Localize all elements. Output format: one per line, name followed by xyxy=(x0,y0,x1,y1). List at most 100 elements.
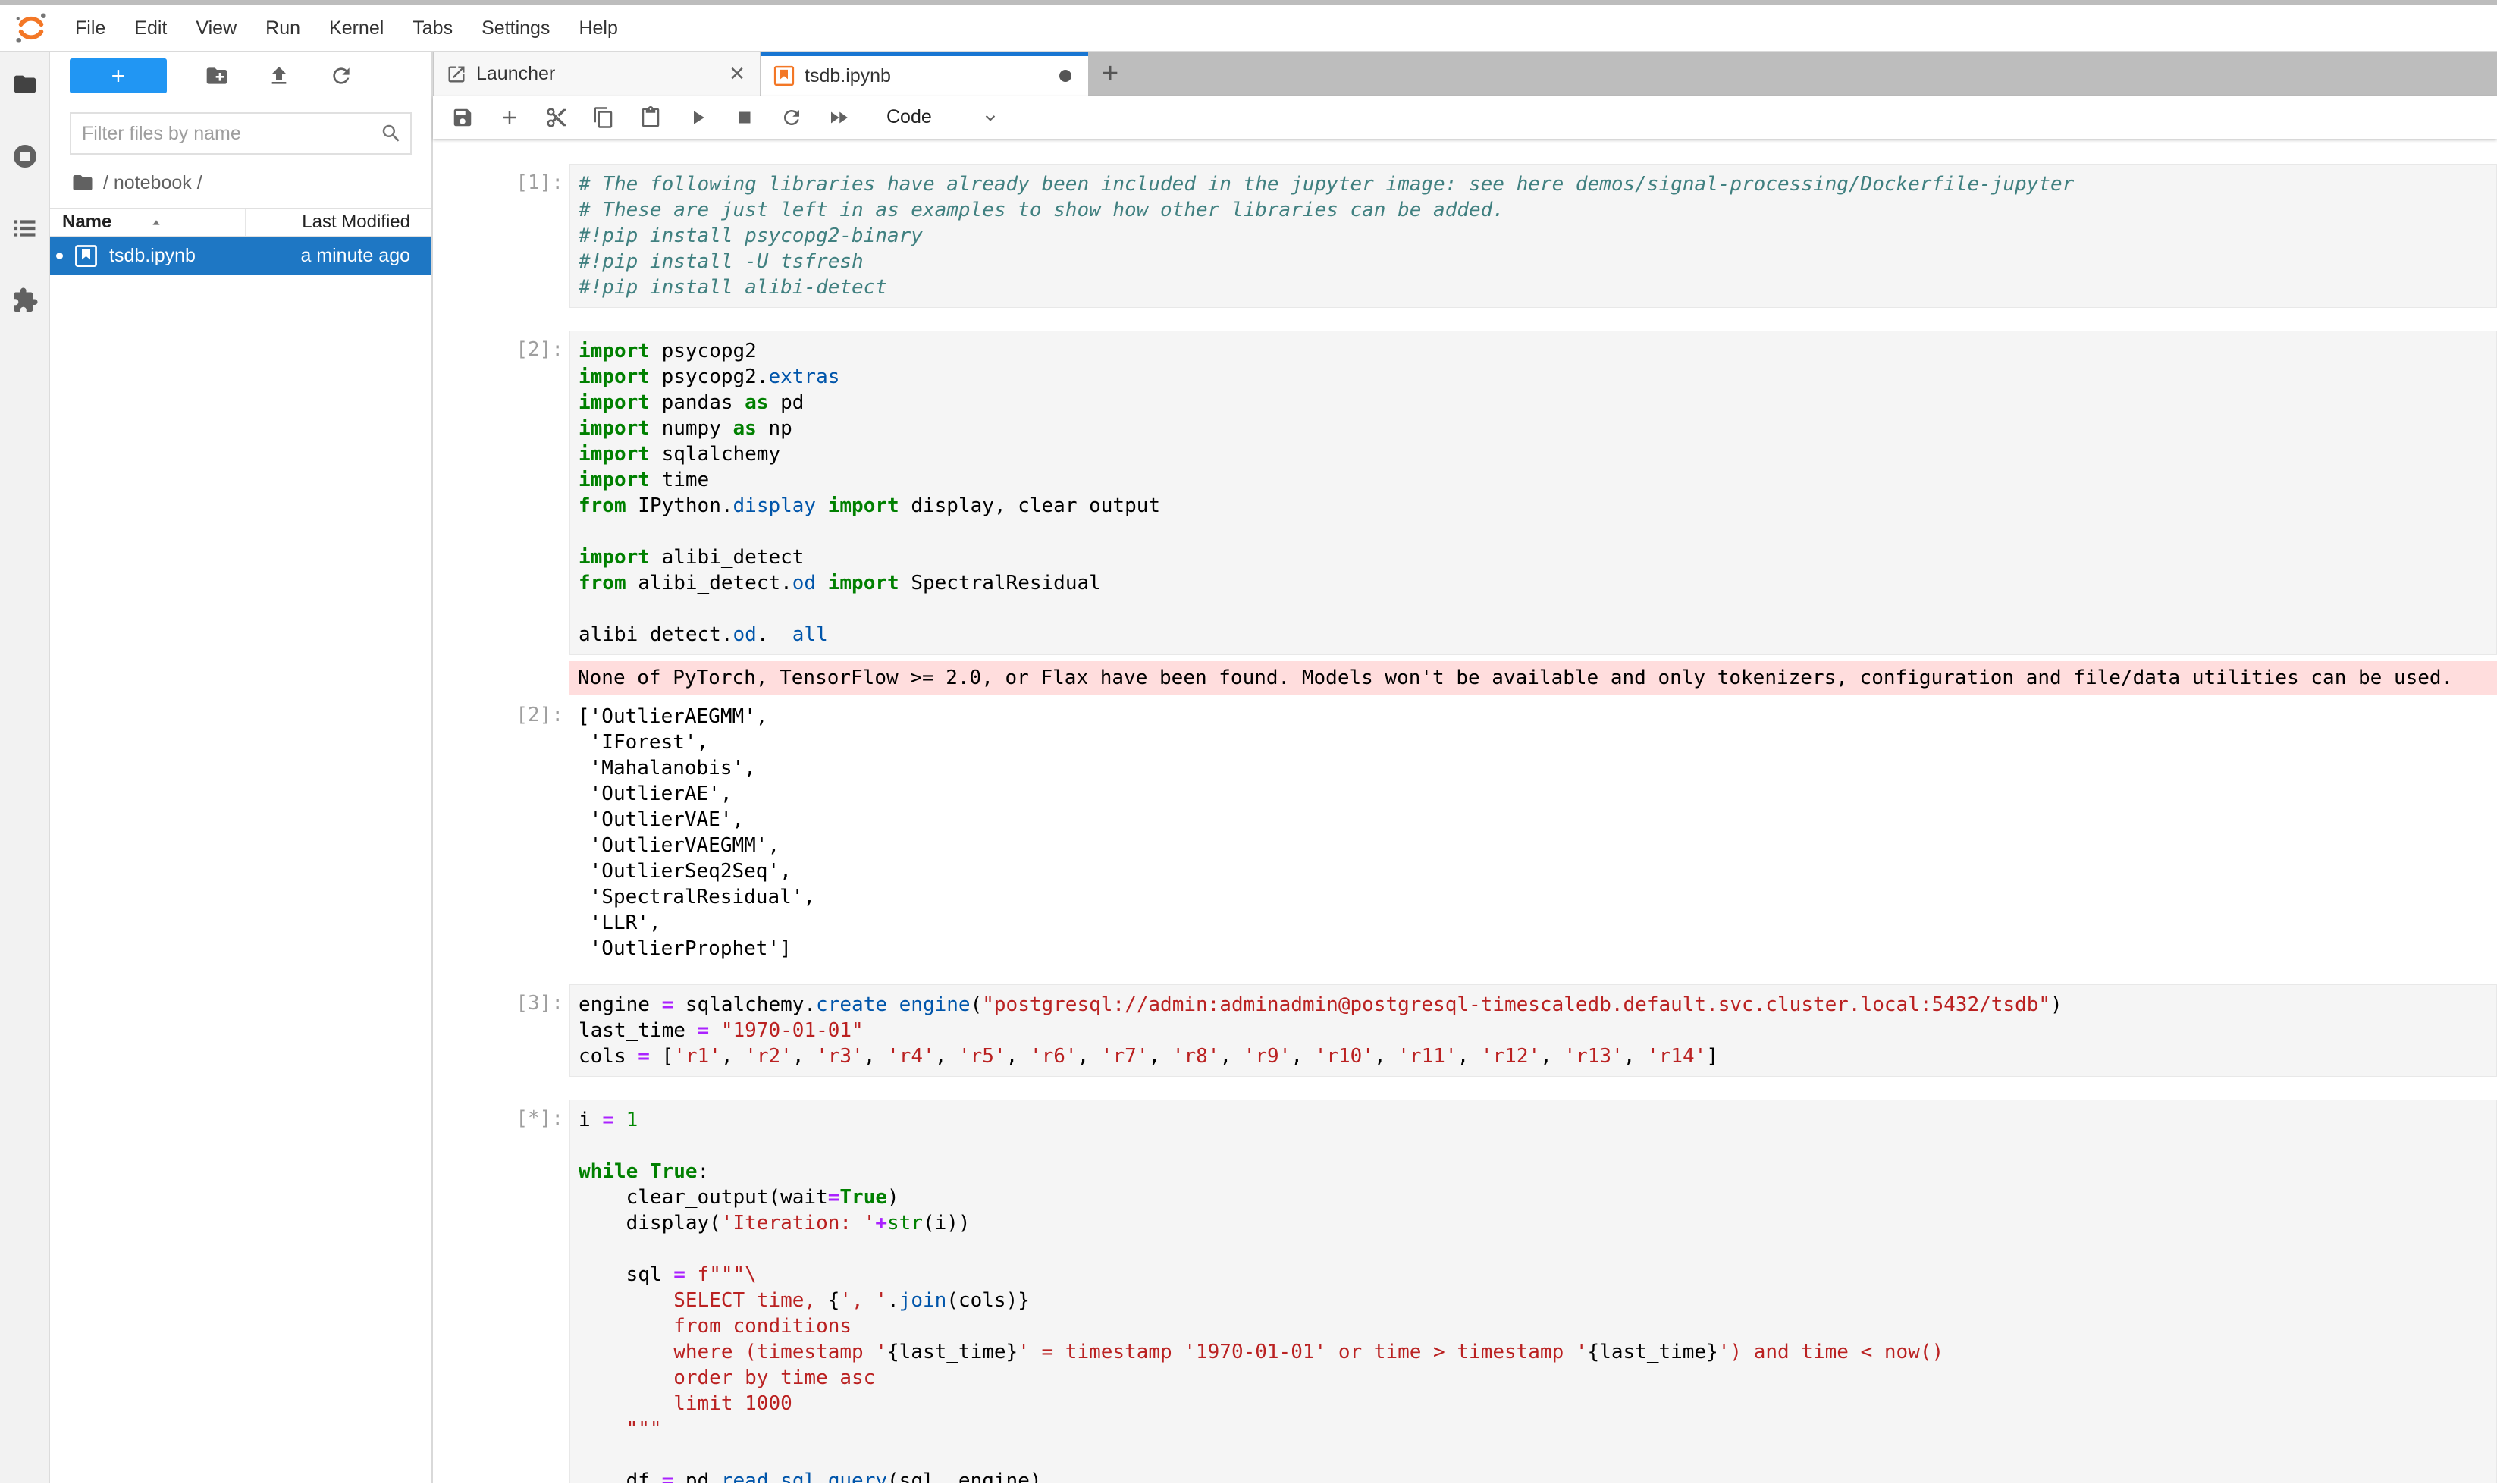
extensions-icon[interactable] xyxy=(11,287,39,314)
filter-files-box xyxy=(70,112,412,155)
run-icon[interactable] xyxy=(686,106,709,129)
upload-icon[interactable] xyxy=(267,64,291,88)
main-dock: Launcher × tsdb.ipynb + xyxy=(433,52,2497,1483)
cell-editor[interactable]: import psycopg2import psycopg2.extrasimp… xyxy=(569,331,2497,655)
code-line: """ xyxy=(579,1417,2496,1442)
restart-kernel-icon[interactable] xyxy=(780,106,803,129)
column-header-name[interactable]: Name xyxy=(50,209,246,236)
output-line: 'OutlierVAE', xyxy=(578,807,2497,833)
menu-tabs[interactable]: Tabs xyxy=(398,5,467,52)
paste-icon[interactable] xyxy=(639,106,662,129)
chevron-down-icon xyxy=(980,108,1000,127)
code-line: #!pip install psycopg2-binary xyxy=(579,223,2496,249)
tab-launcher[interactable]: Launcher × xyxy=(433,52,761,96)
execution-count: [2]: xyxy=(513,331,569,655)
filter-files-input[interactable] xyxy=(82,123,380,145)
menu-file[interactable]: File xyxy=(61,5,120,52)
code-line: last_time = "1970-01-01" xyxy=(579,1018,2496,1043)
code-line xyxy=(579,1133,2496,1159)
code-line: sql = f"""\ xyxy=(579,1262,2496,1288)
code-line: # These are just left in as examples to … xyxy=(579,197,2496,223)
menu-run[interactable]: Run xyxy=(251,5,315,52)
output-line: 'OutlierProphet'] xyxy=(578,936,2497,962)
add-cell-icon[interactable] xyxy=(498,106,521,129)
close-tab-icon[interactable]: × xyxy=(725,59,749,89)
notebook-toolbar: Code xyxy=(433,96,2497,139)
code-line: import pandas as pd xyxy=(579,390,2496,416)
code-line xyxy=(579,1236,2496,1262)
tab-tsdb-ipynb[interactable]: tsdb.ipynb xyxy=(761,52,1088,96)
running-kernels-icon[interactable] xyxy=(11,143,39,170)
new-folder-icon[interactable] xyxy=(205,64,229,88)
unsaved-changes-dot xyxy=(1059,70,1071,82)
refresh-icon[interactable] xyxy=(329,64,353,88)
output-area: [2]:['OutlierAEGMM', 'IForest', 'Mahalan… xyxy=(513,704,2497,962)
output-prompt-empty xyxy=(513,661,569,695)
code-line: engine = sqlalchemy.create_engine("postg… xyxy=(579,992,2496,1018)
notebook-file-icon xyxy=(74,243,99,268)
folder-icon[interactable] xyxy=(12,71,38,97)
cell-editor[interactable]: engine = sqlalchemy.create_engine("postg… xyxy=(569,984,2497,1077)
new-launcher-button[interactable]: + xyxy=(70,58,167,93)
home-folder-icon[interactable] xyxy=(71,171,94,194)
notebook-scroll-area[interactable]: [1]: # The following libraries have alrea… xyxy=(433,139,2497,1483)
execution-count: [3]: xyxy=(513,984,569,1077)
output-line: 'OutlierVAEGMM', xyxy=(578,833,2497,858)
jupyter-logo-icon xyxy=(14,11,49,45)
menu-help[interactable]: Help xyxy=(564,5,632,52)
cut-icon[interactable] xyxy=(545,106,568,129)
code-cell: [*]:i = 1 while True: clear_output(wait=… xyxy=(513,1100,2497,1483)
code-line: order by time asc xyxy=(579,1365,2496,1391)
menu-view[interactable]: View xyxy=(181,5,251,52)
file-browser-panel: + / notebook / Name xyxy=(50,52,433,1483)
output-line: 'OutlierAE', xyxy=(578,781,2497,807)
copy-icon[interactable] xyxy=(592,106,615,129)
search-icon xyxy=(380,122,403,145)
save-icon[interactable] xyxy=(451,106,474,129)
run-all-icon[interactable] xyxy=(827,106,850,129)
code-line: #!pip install alibi-detect xyxy=(579,275,2496,300)
output-line: 'SpectralResidual', xyxy=(578,884,2497,910)
code-line: import numpy as np xyxy=(579,416,2496,441)
code-line: # The following libraries have already b… xyxy=(579,171,2496,197)
table-of-contents-icon[interactable] xyxy=(12,215,38,241)
code-cell: [1]: # The following libraries have alrea… xyxy=(513,164,2497,308)
code-line: #!pip install -U tsfresh xyxy=(579,249,2496,275)
execution-count: [1]: xyxy=(513,164,569,308)
stop-icon[interactable] xyxy=(733,106,756,129)
cell-type-dropdown[interactable]: Code xyxy=(886,106,1000,128)
menu-kernel[interactable]: Kernel xyxy=(315,5,398,52)
breadcrumb-path[interactable]: / notebook / xyxy=(103,172,202,194)
code-line: from alibi_detect.od import SpectralResi… xyxy=(579,570,2496,596)
notebook-cells: [1]: # The following libraries have alrea… xyxy=(513,164,2497,1483)
code-line xyxy=(579,1442,2496,1468)
code-line: df = pd.read_sql_query(sql, engine) xyxy=(579,1468,2496,1483)
cell-type-value: Code xyxy=(886,106,932,128)
column-header-modified[interactable]: Last Modified xyxy=(246,212,431,233)
file-row-tsdb-ipynb[interactable]: tsdb.ipynb a minute ago xyxy=(50,237,431,275)
code-line: cols = ['r1', 'r2', 'r3', 'r4', 'r5', 'r… xyxy=(579,1043,2496,1069)
output-line: ['OutlierAEGMM', xyxy=(578,704,2497,729)
sidebar-icon-strip xyxy=(0,52,50,1483)
breadcrumb[interactable]: / notebook / xyxy=(50,155,431,208)
execute-result: ['OutlierAEGMM', 'IForest', 'Mahalanobis… xyxy=(569,704,2497,962)
code-line: while True: xyxy=(579,1159,2496,1184)
code-line: import psycopg2 xyxy=(579,338,2496,364)
code-cell: [3]: engine = sqlalchemy.create_engine("p… xyxy=(513,984,2497,1077)
menu-edit[interactable]: Edit xyxy=(120,5,181,52)
tab-bar: Launcher × tsdb.ipynb + xyxy=(433,52,2497,96)
code-line: alibi_detect.od.__all__ xyxy=(579,622,2496,648)
menu-settings[interactable]: Settings xyxy=(467,5,564,52)
code-line xyxy=(579,519,2496,544)
code-cell: [2]:import psycopg2import psycopg2.extra… xyxy=(513,331,2497,655)
execution-count: [*]: xyxy=(513,1100,569,1483)
code-line: import alibi_detect xyxy=(579,544,2496,570)
new-tab-button[interactable]: + xyxy=(1088,58,1132,90)
sort-ascending-icon xyxy=(148,214,165,231)
output-prompt: [2]: xyxy=(513,704,569,962)
output-area: None of PyTorch, TensorFlow >= 2.0, or F… xyxy=(513,661,2497,695)
cell-editor[interactable]: i = 1 while True: clear_output(wait=True… xyxy=(569,1100,2497,1483)
output-line: 'Mahalanobis', xyxy=(578,755,2497,781)
cell-editor[interactable]: # The following libraries have already b… xyxy=(569,164,2497,308)
menu-bar: File Edit View Run Kernel Tabs Settings … xyxy=(0,5,2497,52)
